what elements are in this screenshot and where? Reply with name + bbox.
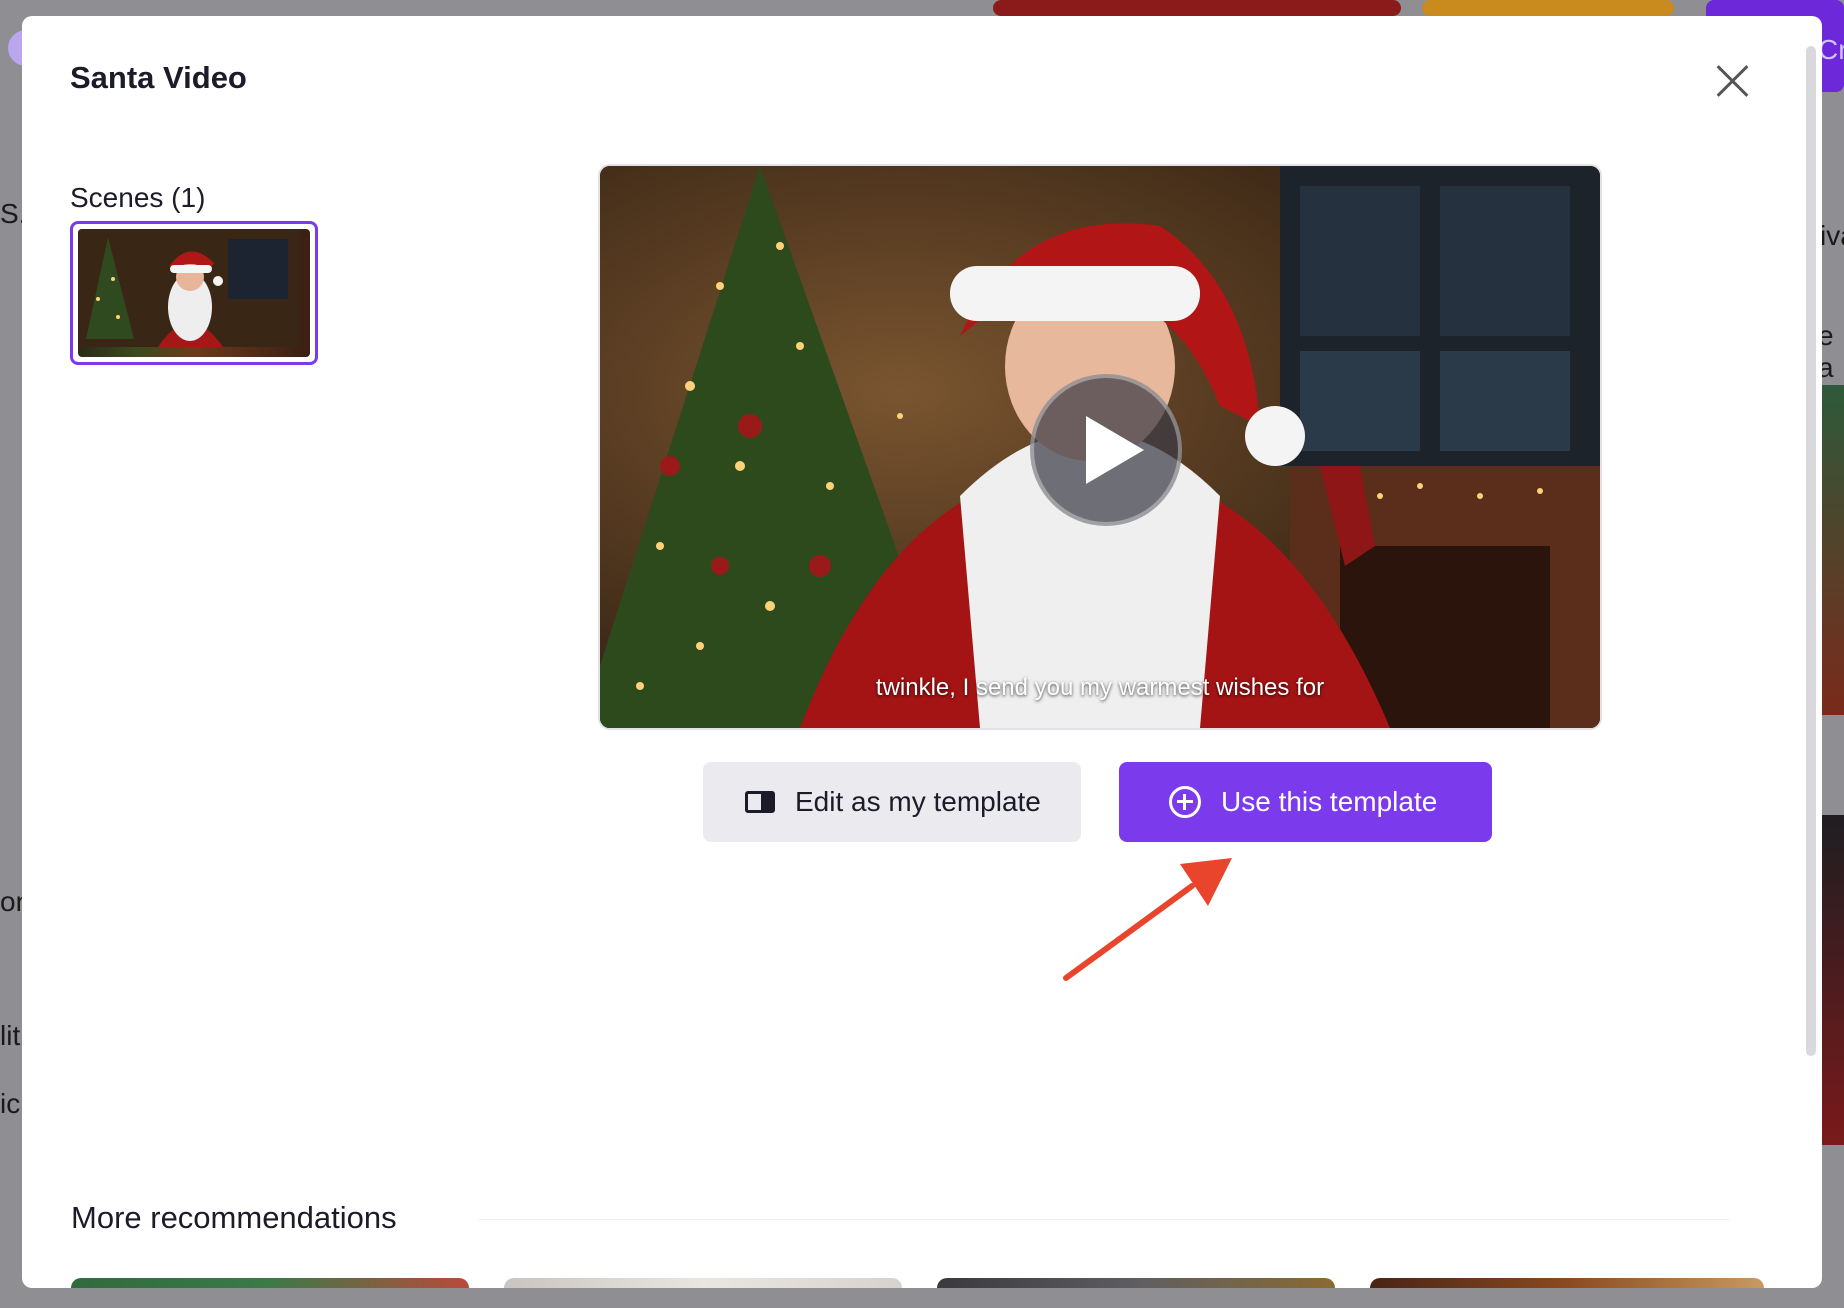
video-subtitle: twinkle, I send you my warmest wishes fo… — [875, 674, 1325, 701]
edit-as-my-template-button[interactable]: Edit as my template — [703, 762, 1081, 842]
bg-card-image — [1822, 815, 1844, 1145]
modal-scrollbar[interactable] — [1806, 46, 1816, 1056]
recommendation-card[interactable] — [1370, 1278, 1764, 1288]
recommendation-card[interactable] — [504, 1278, 902, 1288]
plus-circle-icon — [1169, 786, 1201, 818]
template-preview-modal: Santa Video Scenes (1) twinkle, I send y… — [22, 16, 1822, 1288]
use-this-template-button[interactable]: Use this template — [1119, 762, 1492, 842]
recommendation-card[interactable] — [71, 1278, 469, 1288]
bg-text-fragment: iva — [1820, 220, 1844, 251]
scene-thumbnail[interactable] — [70, 221, 318, 365]
scenes-label: Scenes (1) — [70, 182, 206, 213]
close-icon[interactable] — [1710, 58, 1756, 104]
video-preview[interactable]: twinkle, I send you my warmest wishes fo… — [598, 164, 1602, 730]
bg-text-fragment: ic — [0, 1088, 21, 1119]
scene-thumbnail-image — [78, 229, 310, 357]
sidebar-panel-icon — [745, 791, 775, 813]
recommendation-card[interactable] — [937, 1278, 1335, 1288]
bg-banner-orange — [1422, 0, 1674, 16]
annotation-arrow-icon — [1063, 858, 1232, 981]
bg-text-fragment: lit — [0, 1020, 21, 1051]
bg-banner-red — [993, 0, 1401, 16]
bg-card-image — [1822, 385, 1844, 715]
edit-template-label: Edit as my template — [795, 786, 1041, 817]
santa-thumbnail-illustration — [78, 229, 300, 347]
modal-title: Santa Video — [70, 60, 247, 95]
section-divider — [479, 1219, 1729, 1220]
more-recommendations-heading: More recommendations — [71, 1200, 397, 1235]
use-template-label: Use this template — [1221, 786, 1438, 817]
play-button[interactable] — [1030, 374, 1182, 526]
